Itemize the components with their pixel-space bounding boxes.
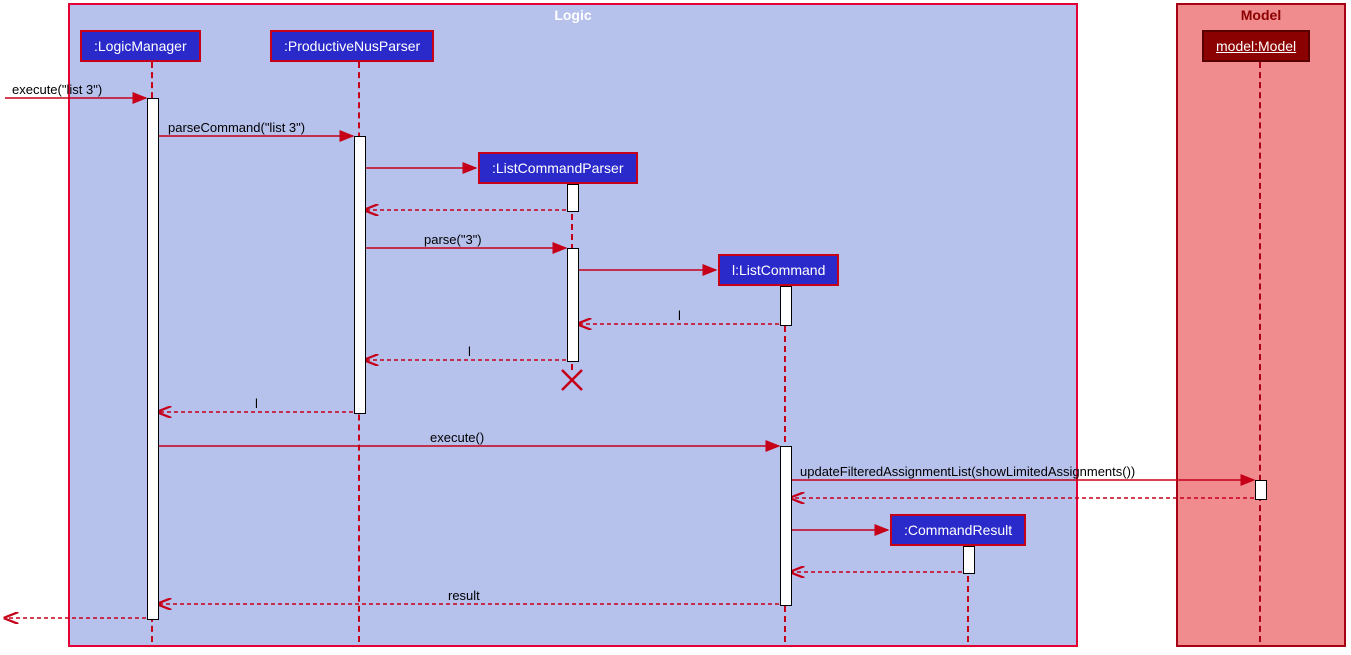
msg-parse-command: parseCommand("list 3") — [168, 120, 305, 135]
activation-command-result — [963, 546, 975, 574]
msg-return-l-1: l — [678, 308, 681, 323]
msg-return-l-3: l — [255, 396, 258, 411]
participant-list-command-parser: :ListCommandParser — [478, 152, 638, 184]
activation-productive-nus-parser — [354, 136, 366, 414]
container-logic-title: Logic — [70, 5, 1076, 25]
msg-update-filtered: updateFilteredAssignmentList(showLimited… — [800, 464, 1135, 479]
participant-logic-manager: :LogicManager — [80, 30, 201, 62]
activation-model-model — [1255, 480, 1267, 500]
activation-list-command-1 — [780, 286, 792, 326]
participant-model-model: model:Model — [1202, 30, 1310, 62]
msg-execute-list3: execute("list 3") — [12, 82, 102, 97]
participant-productive-nus-parser: :ProductiveNusParser — [270, 30, 434, 62]
container-model: Model — [1176, 3, 1346, 647]
participant-command-result: :CommandResult — [890, 514, 1026, 546]
msg-execute: execute() — [430, 430, 484, 445]
activation-logic-manager — [147, 98, 159, 620]
msg-parse-3: parse("3") — [424, 232, 482, 247]
activation-list-command-parser-1 — [567, 184, 579, 212]
participant-list-command: l:ListCommand — [718, 254, 839, 286]
activation-list-command-2 — [780, 446, 792, 606]
msg-result: result — [448, 588, 480, 603]
container-model-title: Model — [1178, 5, 1344, 25]
msg-return-l-2: l — [468, 344, 471, 359]
activation-list-command-parser-2 — [567, 248, 579, 362]
lifeline-model-model — [1259, 62, 1261, 642]
